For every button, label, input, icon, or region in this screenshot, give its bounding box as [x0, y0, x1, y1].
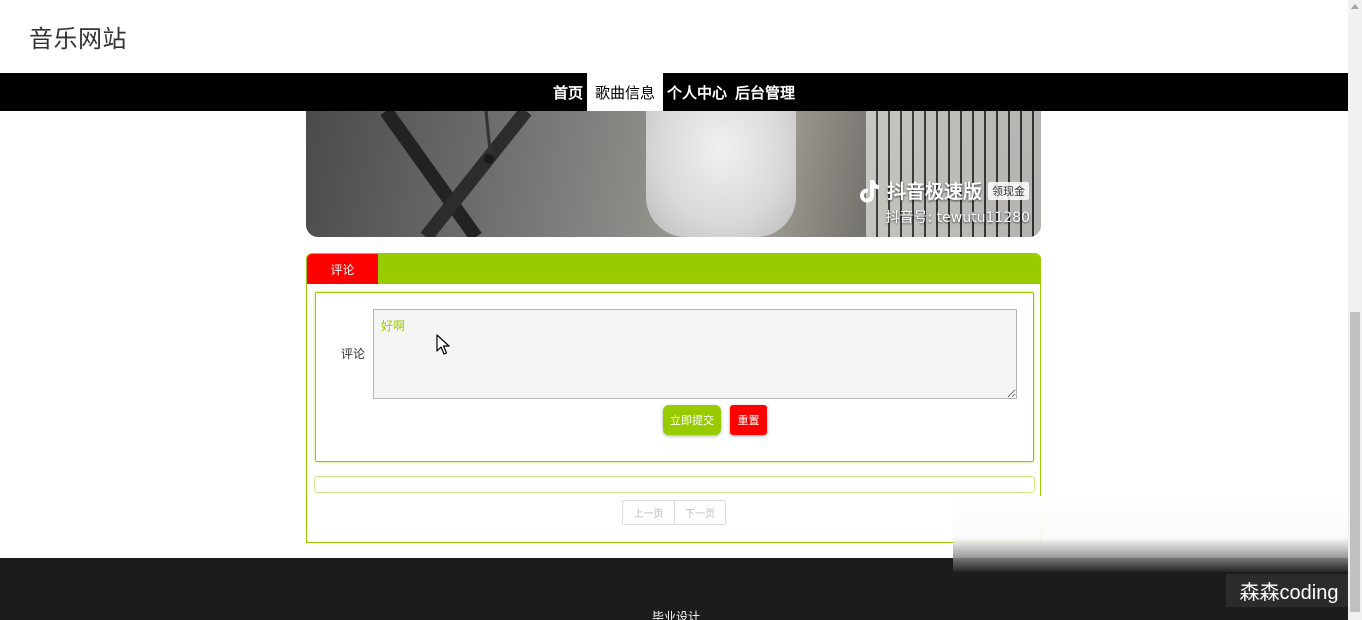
vertical-scrollbar[interactable] — [1348, 0, 1362, 620]
overlay-fade — [953, 496, 1348, 572]
video-player[interactable]: 抖音极速版 领现金 抖音号: tewutu11280 — [306, 111, 1041, 237]
comment-section: 评论 评论 立即提交 重置 上一页 下一页 — [306, 253, 1041, 543]
keyboard-stand-graphic — [380, 111, 532, 237]
nav-item-personal-center[interactable]: 个人中心 — [663, 73, 731, 111]
nav-item-song-info[interactable]: 歌曲信息 — [586, 73, 663, 111]
prev-page-button[interactable]: 上一页 — [623, 501, 674, 524]
scroll-thumb[interactable] — [1350, 312, 1360, 612]
nav-item-home[interactable]: 首页 — [549, 73, 587, 111]
main-nav: 首页 歌曲信息 个人中心 后台管理 — [0, 73, 1348, 111]
scroll-up-arrow-icon[interactable] — [1351, 4, 1359, 9]
page: 音乐网站 首页 歌曲信息 个人中心 后台管理 抖音极速版 领现金 抖音号: te… — [0, 0, 1362, 620]
pagination: 上一页 下一页 — [622, 500, 726, 525]
footer-text: 毕业设计 — [652, 610, 701, 620]
watermark-app-name: 抖音极速版 — [886, 181, 982, 203]
comment-tab-bar: 评论 — [307, 254, 1040, 284]
tiktok-icon — [859, 179, 879, 202]
watermark-account: 抖音号: tewutu11280 — [885, 210, 1031, 226]
site-title[interactable]: 音乐网站 — [29, 19, 127, 54]
comment-form: 评论 立即提交 重置 — [315, 292, 1034, 462]
submit-button[interactable]: 立即提交 — [663, 405, 721, 435]
performer-graphic — [646, 111, 796, 237]
next-page-button[interactable]: 下一页 — [674, 501, 725, 524]
tab-comments[interactable]: 评论 — [307, 254, 378, 284]
reset-button[interactable]: 重置 — [730, 405, 767, 435]
comment-textarea[interactable] — [373, 309, 1017, 399]
channel-watermark: 森森coding — [1226, 574, 1352, 607]
nav-item-admin[interactable]: 后台管理 — [731, 73, 799, 111]
comment-list — [314, 476, 1035, 493]
watermark-badge: 领现金 — [988, 181, 1029, 200]
video-watermark: 抖音极速版 领现金 — [857, 177, 1029, 204]
site-header: 音乐网站 — [0, 0, 1348, 73]
comment-field-label: 评论 — [341, 347, 366, 361]
